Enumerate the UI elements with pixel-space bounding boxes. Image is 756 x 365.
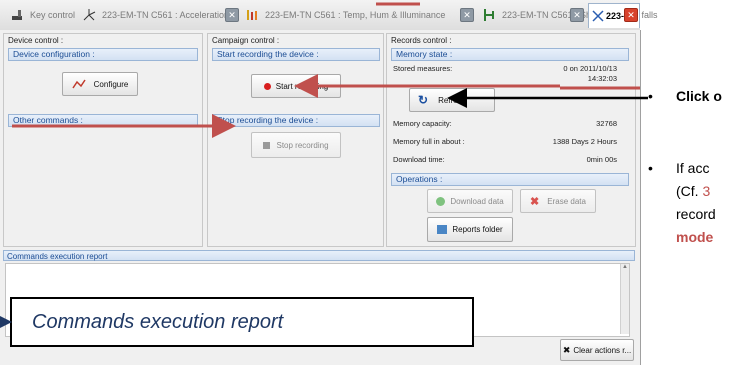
instruction-if: If acc [676,160,710,176]
bullet-dot: • [648,160,653,176]
annotation-arrows [0,2,648,330]
instruction-cf: (Cf. 3 [676,183,710,199]
cf-prefix: (Cf. [676,183,703,199]
instruction-record: record [676,206,716,222]
instruction-click: Click o [676,88,722,104]
bullet-dot: • [648,88,653,104]
cf-number: 3 [702,183,711,199]
instruction-mode: mode [676,229,714,245]
